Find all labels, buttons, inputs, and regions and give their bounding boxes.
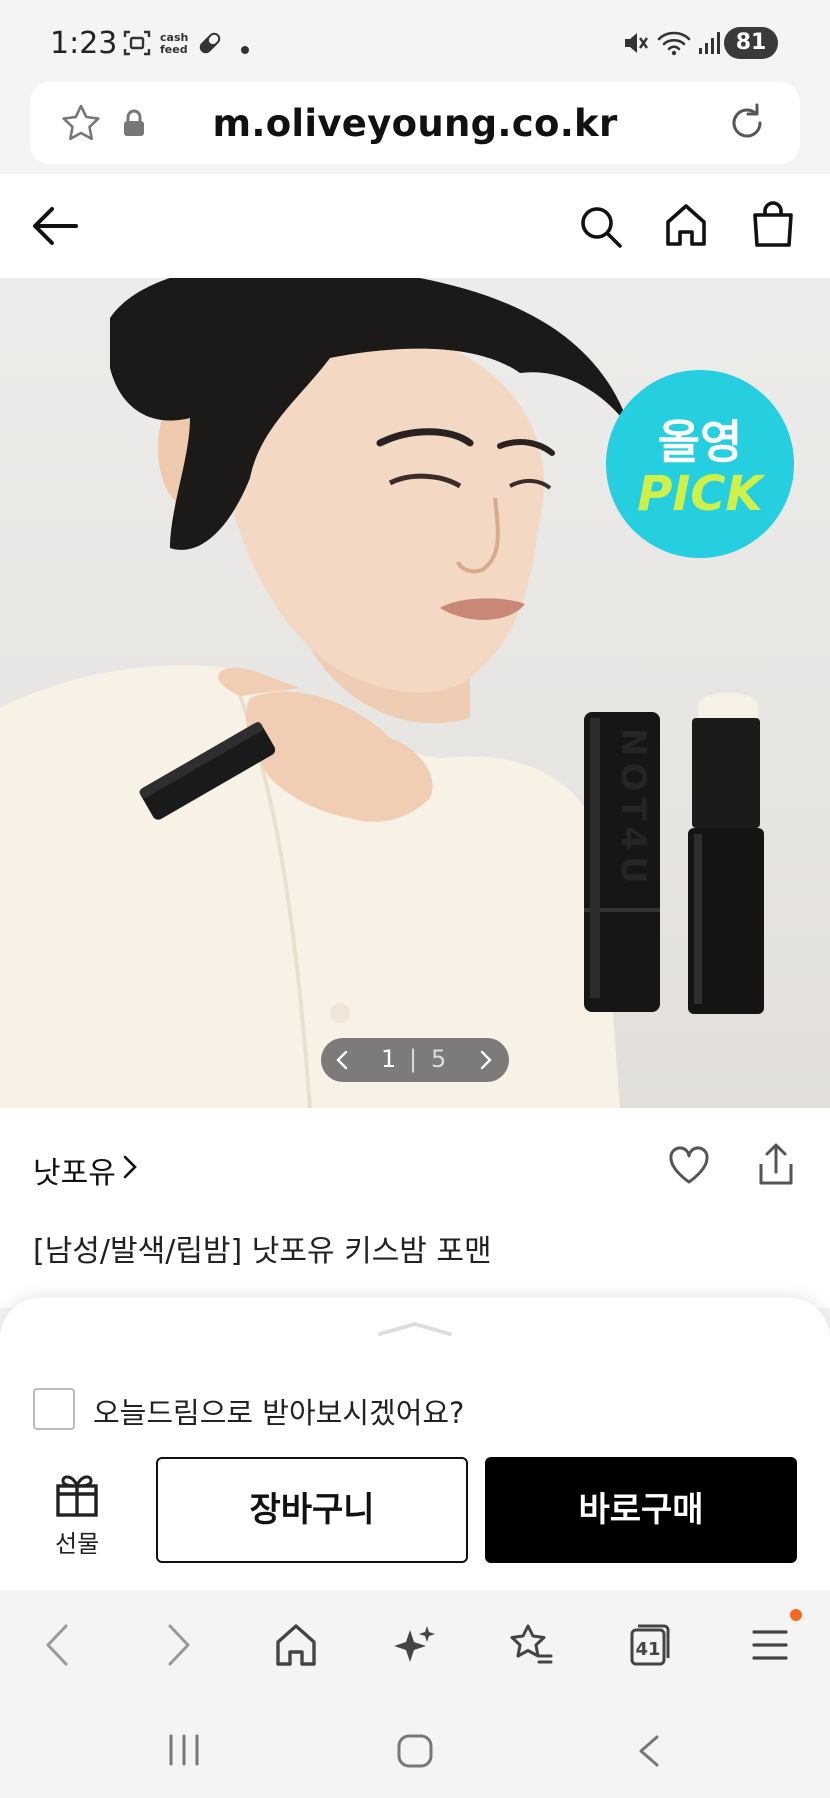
pager-total: 5: [431, 1045, 447, 1073]
pick-badge-line2: PICK: [637, 466, 763, 522]
dot-icon: [240, 40, 250, 59]
today-delivery-checkbox[interactable]: [33, 1388, 75, 1430]
cashfeed-icon: cash feed: [158, 30, 192, 60]
sparkle-icon[interactable]: [392, 1622, 436, 1672]
pager-current: 1: [381, 1045, 397, 1073]
system-navigation-bar: [0, 1700, 830, 1798]
screenshot-icon: [122, 28, 152, 62]
chevron-right-icon[interactable]: [479, 1049, 493, 1075]
status-time: 1:23: [50, 26, 118, 61]
tabs-icon[interactable]: 41: [628, 1622, 672, 1672]
notification-dot: [790, 1609, 802, 1621]
product-title: [남성/발색/립밤] 낫포유 키스밤 포맨: [33, 1234, 492, 1269]
pager-separator: |: [409, 1045, 418, 1073]
signal-icon: [698, 28, 722, 62]
wifi-icon: [656, 28, 692, 62]
status-bar: 1:23 cash feed 81: [0, 0, 830, 80]
chevron-left-icon[interactable]: [335, 1049, 349, 1075]
today-delivery-label[interactable]: 오늘드림으로 받아보시겠어요?: [93, 1390, 464, 1432]
battery-icon: 81: [724, 27, 778, 59]
cashfeed-label-bottom: feed: [160, 43, 188, 56]
forward-icon[interactable]: [164, 1622, 194, 1672]
share-icon[interactable]: [756, 1142, 796, 1190]
reload-icon[interactable]: [726, 102, 768, 148]
recent-apps-icon[interactable]: [166, 1734, 202, 1770]
search-icon[interactable]: [578, 204, 624, 254]
home-button-icon[interactable]: [396, 1734, 434, 1772]
buy-now-button[interactable]: 바로구매: [485, 1457, 797, 1563]
shopping-bag-icon[interactable]: [750, 200, 796, 252]
product-print: NOT4U: [613, 728, 653, 890]
mute-icon: [622, 28, 650, 62]
url-bar[interactable]: m.oliveyoung.co.kr: [30, 82, 800, 164]
pill-icon: [195, 28, 225, 62]
back-icon[interactable]: [42, 1622, 72, 1672]
purchase-sheet: 오늘드림으로 받아보시겠어요? 선물 장바구니 바로구매: [0, 1298, 830, 1590]
gift-label[interactable]: 선물: [55, 1524, 99, 1559]
page-header: [0, 174, 830, 278]
brand-link[interactable]: 낫포유: [33, 1148, 116, 1192]
back-arrow-icon[interactable]: [30, 204, 80, 252]
gift-icon[interactable]: [54, 1470, 100, 1522]
tab-count: 41: [635, 1639, 660, 1660]
olive-young-pick-badge: 올영 PICK: [606, 370, 794, 558]
product-info: 낫포유 [남성/발색/립밤] 낫포유 키스밤 포맨: [0, 1108, 830, 1308]
product-image-carousel[interactable]: NOT4U 올영 PICK 1 | 5: [0, 278, 830, 1108]
system-back-icon[interactable]: [636, 1734, 662, 1772]
heart-icon[interactable]: [668, 1146, 710, 1190]
bookmarks-icon[interactable]: [508, 1622, 554, 1672]
home-icon[interactable]: [274, 1622, 318, 1672]
sheet-handle-chevron-up-icon[interactable]: [376, 1320, 454, 1342]
add-to-cart-button[interactable]: 장바구니: [156, 1457, 468, 1563]
image-pager: 1 | 5: [321, 1038, 509, 1082]
browser-toolbar: 41: [0, 1590, 830, 1700]
url-text[interactable]: m.oliveyoung.co.kr: [30, 102, 800, 145]
menu-icon[interactable]: [750, 1622, 790, 1672]
chevron-right-icon[interactable]: [122, 1154, 138, 1184]
home-icon[interactable]: [664, 202, 708, 252]
pick-badge-line1: 올영: [657, 415, 743, 469]
